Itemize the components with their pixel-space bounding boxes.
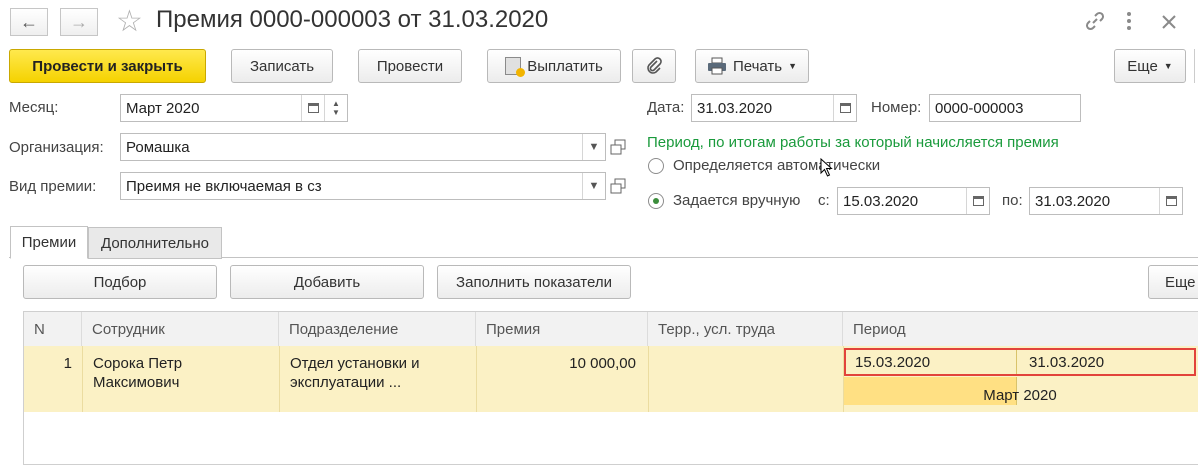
date-label: Дата: — [647, 99, 685, 116]
forward-button[interactable]: → — [60, 8, 98, 36]
link-icon[interactable] — [1084, 10, 1106, 36]
column-header-conditions[interactable]: Терр., усл. труда — [648, 312, 843, 346]
pick-button[interactable]: Подбор — [23, 265, 217, 299]
date-field[interactable]: 31.03.2020 — [691, 94, 857, 122]
tab-bonuses[interactable]: Премии — [10, 226, 88, 259]
column-header-n[interactable]: N — [24, 312, 82, 346]
from-label: с: — [818, 192, 830, 209]
row-divider — [82, 346, 83, 412]
from-date-value: 15.03.2020 — [843, 192, 919, 210]
employee-name-line2: Максимович — [93, 374, 180, 391]
attach-button[interactable] — [632, 49, 676, 83]
paperclip-icon — [647, 57, 662, 74]
to-label: по: — [1002, 192, 1023, 209]
save-button[interactable]: Записать — [231, 49, 333, 83]
date-value: 31.03.2020 — [697, 99, 773, 117]
more-button-label: Еще — [1127, 57, 1158, 75]
more-button[interactable]: Еще ▼ — [1114, 49, 1186, 83]
calendar-icon[interactable] — [1159, 188, 1182, 214]
dropdown-icon[interactable]: ▼ — [582, 134, 605, 160]
employee-name-line1: Сорока Петр — [93, 355, 183, 372]
department-line2: эксплуатации ... — [290, 374, 402, 391]
column-header-department[interactable]: Подразделение — [279, 312, 476, 346]
bonus-amount: 10 000,00 — [569, 355, 636, 372]
page-title: Премия 0000-000003 от 31.03.2020 — [156, 6, 549, 33]
to-date-field[interactable]: 31.03.2020 — [1029, 187, 1183, 215]
pay-button-label: Выплатить — [527, 57, 603, 75]
organization-value: Ромашка — [126, 138, 190, 156]
post-button[interactable]: Провести — [358, 49, 462, 83]
forward-arrow-icon: → — [70, 11, 88, 32]
column-header-employee[interactable]: Сотрудник — [82, 312, 279, 346]
row-divider — [279, 346, 280, 412]
period-month: Март 2020 — [983, 387, 1057, 404]
pay-icon — [505, 57, 526, 77]
dropdown-icon: ▼ — [1163, 61, 1173, 71]
period-caption: Период, по итогам работы за который начи… — [647, 134, 1059, 151]
print-button-label: Печать — [732, 57, 783, 75]
radio-manual[interactable] — [648, 193, 664, 209]
toolbar-divider — [1194, 49, 1195, 83]
add-button[interactable]: Добавить — [230, 265, 424, 299]
month-stepper[interactable]: ▲ ▼ — [324, 95, 347, 121]
table-more-button[interactable]: Еще — [1148, 265, 1198, 299]
radio-manual-label: Задается вручную — [673, 192, 801, 209]
number-value: 0000-000003 — [935, 99, 1024, 117]
open-form-icon[interactable] — [609, 177, 627, 199]
radio-auto-label: Определяется автоматически — [673, 157, 881, 174]
month-label: Месяц: — [9, 99, 59, 116]
calendar-icon[interactable] — [966, 188, 989, 214]
from-date-field[interactable]: 15.03.2020 — [837, 187, 990, 215]
back-button[interactable]: ← — [10, 8, 48, 36]
mouse-cursor-icon — [820, 157, 834, 182]
period-cell-divider — [1016, 350, 1017, 374]
bonus-type-label: Вид премии: — [9, 178, 97, 195]
kebab-menu-icon[interactable] — [1124, 10, 1134, 36]
row-number: 1 — [63, 355, 72, 372]
close-icon[interactable] — [1160, 10, 1178, 36]
number-label: Номер: — [871, 99, 922, 116]
dropdown-icon[interactable]: ▼ — [582, 173, 605, 199]
back-arrow-icon: ← — [20, 11, 38, 32]
organization-field[interactable]: Ромашка ▼ — [120, 133, 606, 161]
tab-additional[interactable]: Дополнительно — [88, 227, 222, 259]
bonus-type-value: Преимя не включаемая в сз — [126, 177, 322, 195]
highlight-box — [844, 348, 1196, 376]
department-line1: Отдел установки и — [290, 355, 420, 372]
star-icon[interactable]: ☆ — [116, 4, 143, 39]
month-value: Март 2020 — [126, 99, 200, 117]
calendar-icon[interactable] — [833, 95, 856, 121]
column-header-bonus[interactable]: Премия — [476, 312, 648, 346]
radio-auto[interactable] — [648, 158, 664, 174]
calendar-icon[interactable] — [301, 95, 324, 121]
dropdown-icon: ▼ — [788, 61, 798, 71]
print-button[interactable]: Печать ▼ — [695, 49, 809, 83]
month-field[interactable]: Март 2020 ▲ ▼ — [120, 94, 348, 122]
column-header-period[interactable]: Период — [843, 312, 1198, 346]
to-date-value: 31.03.2020 — [1035, 192, 1111, 210]
printer-icon — [707, 57, 726, 75]
open-form-icon[interactable] — [609, 138, 627, 160]
post-and-close-button[interactable]: Провести и закрыть — [9, 49, 206, 83]
number-field[interactable]: 0000-000003 — [929, 94, 1081, 122]
row-divider — [648, 346, 649, 412]
pay-button[interactable]: Выплатить — [487, 49, 621, 83]
bonus-type-field[interactable]: Преимя не включаемая в сз ▼ — [120, 172, 606, 200]
organization-label: Организация: — [9, 139, 104, 156]
fill-indicators-button[interactable]: Заполнить показатели — [437, 265, 631, 299]
